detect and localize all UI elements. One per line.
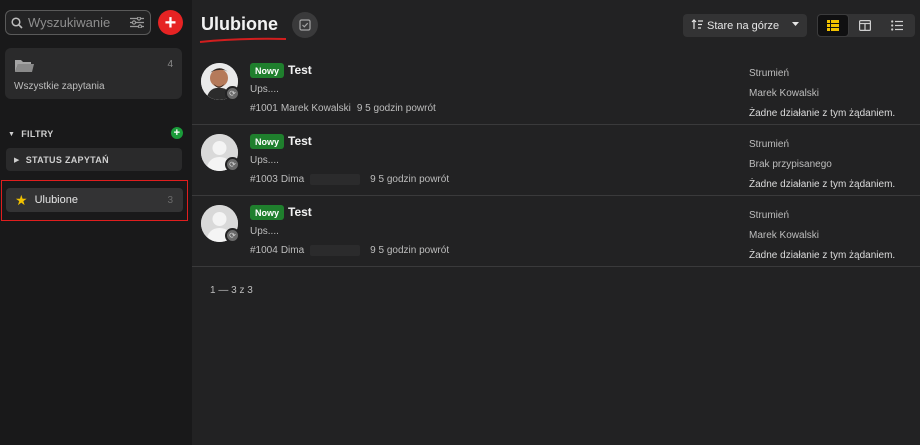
split-view-button[interactable] xyxy=(849,14,881,37)
list-icon xyxy=(891,20,903,31)
request-time: 9 5 godzin powrót xyxy=(370,174,450,185)
stream-label: Strumień xyxy=(749,210,790,221)
assignee-label: Brak przypisanego xyxy=(749,159,832,170)
request-title[interactable]: Test xyxy=(288,205,312,219)
refresh-icon: ⟳ xyxy=(225,86,240,101)
request-time: 9 5 godzin powrót xyxy=(370,245,450,256)
request-row[interactable]: ⟳ Nowy Test Ups.... #1001 Marek Kowalski… xyxy=(192,54,920,125)
redacted-text xyxy=(310,245,361,256)
request-meta: #1004 Dima 9 5 godzin powrót xyxy=(250,245,449,256)
request-details: Strumień Marek Kowalski Żadne działanie … xyxy=(749,64,895,124)
request-row[interactable]: ⟳ Nowy Test Ups.... #1003 Dima 9 5 godzi… xyxy=(192,125,920,196)
page-title: Ulubione xyxy=(201,14,278,34)
requester-name: Dima xyxy=(280,245,305,256)
search-placeholder: Wyszukiwanie xyxy=(28,15,111,30)
refresh-icon: ⟳ xyxy=(225,228,240,243)
main-panel: Ulubione Stare na górze ⟳ Nowy Test Ups.… xyxy=(192,0,920,445)
all-requests-count: 4 xyxy=(167,59,173,70)
activity-note: Żadne działanie z tym żądaniem. xyxy=(749,179,896,190)
redacted-text xyxy=(310,174,361,185)
search-input[interactable]: Wyszukiwanie xyxy=(5,10,151,35)
stream-label: Strumień xyxy=(749,68,790,79)
sidebar: Wyszukiwanie + 4 Wszystkie zapytania ▼ F… xyxy=(0,0,192,445)
request-id: #1001 xyxy=(250,103,278,114)
activity-note: Żadne działanie z tym żądaniem. xyxy=(749,250,896,261)
request-status-label: STATUS ZAPYTAŃ xyxy=(25,154,109,165)
request-meta: #1003 Dima 9 5 godzin powrót xyxy=(250,174,449,185)
compact-view-button[interactable] xyxy=(881,14,913,37)
folder-icon xyxy=(14,58,35,79)
select-all-button[interactable] xyxy=(292,12,318,38)
title-underline xyxy=(199,37,287,43)
favorites-count: 3 xyxy=(167,194,173,206)
assignee-label: Marek Kowalski xyxy=(749,230,820,241)
request-details: Strumień Marek Kowalski Żadne działanie … xyxy=(749,206,895,266)
all-requests-label: Wszystkie zapytania xyxy=(14,81,105,92)
refresh-icon: ⟳ xyxy=(225,157,240,172)
list-view-button[interactable] xyxy=(817,14,849,37)
stream-label: Strumień xyxy=(749,139,790,150)
request-time: 9 5 godzin powrót xyxy=(356,103,436,114)
columns-icon xyxy=(859,20,871,31)
checkbox-icon xyxy=(299,19,311,31)
request-description: Ups.... xyxy=(250,226,279,237)
sort-icon xyxy=(691,18,703,33)
sort-label: Stare na górze xyxy=(707,19,780,32)
pagination-info: 1 — 3 z 3 xyxy=(210,285,253,296)
request-id: #1003 xyxy=(250,174,278,185)
request-status-filter[interactable]: ▶ STATUS ZAPYTAŃ xyxy=(6,148,182,171)
chevron-down-icon xyxy=(792,22,799,26)
caret-down-icon: ▼ xyxy=(8,130,16,138)
add-filter-button[interactable]: + xyxy=(171,127,183,139)
status-badge: Nowy xyxy=(250,205,285,220)
status-badge: Nowy xyxy=(250,63,285,78)
star-icon: ★ xyxy=(15,192,28,208)
assignee-label: Marek Kowalski xyxy=(749,88,820,99)
filters-label: FILTRY xyxy=(21,129,54,139)
requester-name: Dima xyxy=(280,174,305,185)
activity-note: Żadne działanie z tym żądaniem. xyxy=(749,108,896,119)
sidebar-item-favorites[interactable]: ★ Ulubione 3 xyxy=(6,188,183,212)
request-description: Ups.... xyxy=(250,155,279,166)
favorites-label: Ulubione xyxy=(34,194,78,206)
request-list: ⟳ Nowy Test Ups.... #1001 Marek Kowalski… xyxy=(192,54,920,267)
list-detailed-icon xyxy=(827,20,839,31)
view-toggle xyxy=(817,14,915,37)
requester-name: Marek Kowalski xyxy=(280,103,351,114)
add-request-button[interactable]: + xyxy=(158,10,183,35)
search-icon xyxy=(6,16,28,29)
request-title[interactable]: Test xyxy=(288,63,312,77)
request-description: Ups.... xyxy=(250,84,279,95)
request-title[interactable]: Test xyxy=(288,134,312,148)
caret-right-icon: ▶ xyxy=(14,156,20,164)
sort-dropdown[interactable]: Stare na górze xyxy=(683,14,807,37)
request-row[interactable]: ⟳ Nowy Test Ups.... #1004 Dima 9 5 godzi… xyxy=(192,196,920,267)
request-details: Strumień Brak przypisanego Żadne działan… xyxy=(749,135,895,195)
all-requests-card[interactable]: 4 Wszystkie zapytania xyxy=(5,48,182,99)
filter-settings-icon[interactable] xyxy=(124,17,150,28)
filters-header[interactable]: ▼ FILTRY + xyxy=(8,127,183,141)
request-meta: #1001 Marek Kowalski 9 5 godzin powrót xyxy=(250,103,436,114)
status-badge: Nowy xyxy=(250,134,285,149)
request-id: #1004 xyxy=(250,245,278,256)
